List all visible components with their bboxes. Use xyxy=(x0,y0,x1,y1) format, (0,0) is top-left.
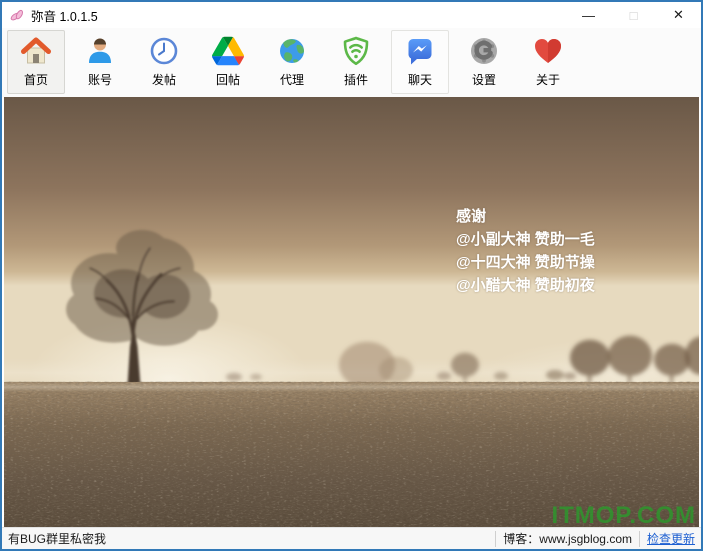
credits-title: 感谢 xyxy=(456,208,487,225)
messenger-icon xyxy=(408,39,432,65)
globe-icon xyxy=(280,39,304,63)
toolbar-label: 发帖 xyxy=(151,73,176,87)
toolbar-label: 插件 xyxy=(343,73,368,87)
home-icon xyxy=(21,37,51,64)
credits-line: @小副大神 赞助一毛 xyxy=(456,231,595,248)
toolbar-button-reply[interactable]: 回帖 xyxy=(199,30,257,94)
status-separator xyxy=(638,530,640,547)
toolbar-button-settings[interactable]: 设置 xyxy=(455,30,513,94)
toolbar-button-home[interactable]: 首页 xyxy=(7,30,65,94)
toolbar-label: 聊天 xyxy=(407,73,432,87)
toolbar-button-proxy[interactable]: 代理 xyxy=(263,30,321,94)
credits-line: @十四大神 赞助节操 xyxy=(456,254,595,271)
landscape-scene xyxy=(4,97,699,527)
maximize-button[interactable]: □ xyxy=(611,2,656,28)
app-icon xyxy=(10,9,23,21)
toolbar-button-account[interactable]: 账号 xyxy=(71,30,129,94)
titlebar: 弥音 1.0.1.5 — □ ✕ xyxy=(2,2,701,28)
toolbar-label: 设置 xyxy=(471,73,496,87)
credits-line: @小醋大神 赞助初夜 xyxy=(456,277,595,294)
toolbar-button-about[interactable]: 关于 xyxy=(519,30,577,94)
drive-triangle-icon xyxy=(212,36,244,66)
toolbar-label: 首页 xyxy=(23,73,48,87)
statusbar-right: 博客：www.jsgblog.com 检查更新 xyxy=(488,528,701,549)
app-window: 弥音 1.0.1.5 — □ ✕ 首页 账号 发帖 回帖 代理 插件 聊天 设置… xyxy=(0,0,703,551)
authenticator-gear-icon xyxy=(471,38,497,64)
check-update-link[interactable]: 检查更新 xyxy=(647,530,695,547)
clock-icon xyxy=(150,37,178,65)
toolbar-label: 账号 xyxy=(87,73,112,87)
status-message: 有BUG群里私密我 xyxy=(8,532,107,546)
shield-signal-icon xyxy=(343,36,369,66)
status-separator xyxy=(495,530,497,547)
toolbar: 首页 账号 发帖 回帖 代理 插件 聊天 设置 关于 xyxy=(2,28,701,97)
wallpaper: 感谢 @小副大神 赞助一毛 @十四大神 赞助节操 @小醋大神 赞助初夜 ITMO… xyxy=(4,97,699,527)
minimize-button[interactable]: — xyxy=(566,2,611,28)
statusbar: 有BUG群里私密我 博客：www.jsgblog.com 检查更新 xyxy=(2,527,701,549)
heart-icon xyxy=(535,39,561,63)
field-horizon-haze xyxy=(4,381,699,393)
toolbar-button-plugin[interactable]: 插件 xyxy=(327,30,385,94)
window-controls: — □ ✕ xyxy=(566,2,701,28)
toolbar-button-post[interactable]: 发帖 xyxy=(135,30,193,94)
close-button[interactable]: ✕ xyxy=(656,2,701,28)
toolbar-label: 代理 xyxy=(279,73,304,87)
toolbar-button-chat[interactable]: 聊天 xyxy=(391,30,449,94)
toolbar-label: 关于 xyxy=(535,73,560,87)
watermark: ITMOP.COM xyxy=(551,502,696,527)
window-title: 弥音 1.0.1.5 xyxy=(31,9,98,24)
toolbar-label: 回帖 xyxy=(215,73,240,87)
blog-url-text: 博客：www.jsgblog.com xyxy=(503,532,632,546)
user-icon xyxy=(89,38,111,63)
donor-credits: 感谢 @小副大神 赞助一毛 @十四大神 赞助节操 @小醋大神 赞助初夜 xyxy=(456,205,595,297)
